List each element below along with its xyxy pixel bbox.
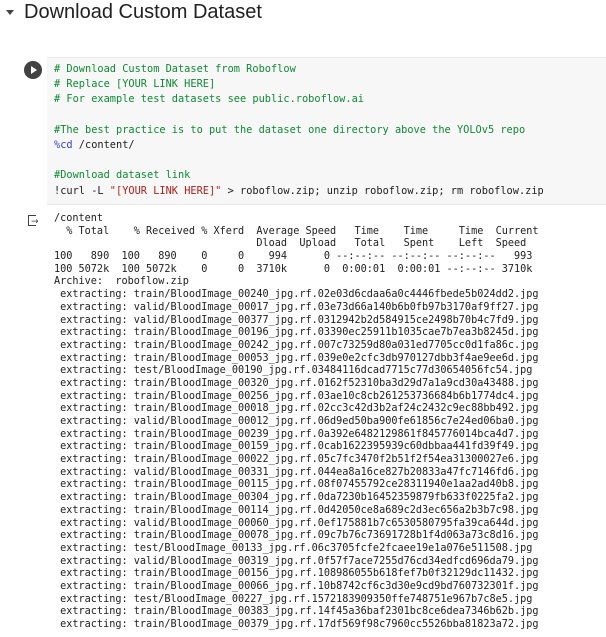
code-token: # Replace [YOUR LINK HERE] (54, 78, 216, 91)
output-line: extracting: train/BloodImage_00115_jpg.r… (54, 479, 539, 491)
output-line: extracting: train/BloodImage_00304_jpg.r… (54, 492, 539, 504)
output-line: 100 890 100 890 0 0 994 0 --:--:-- --:--… (54, 251, 533, 263)
code-token: #The best practice is to put the dataset… (54, 123, 526, 136)
output-line: extracting: train/BloodImage_00114_jpg.r… (54, 504, 539, 516)
code-token: /content/ (72, 139, 135, 151)
output-line: Archive: roboflow.zip (54, 276, 189, 288)
output-line: extracting: train/BloodImage_00156_jpg.r… (54, 568, 539, 580)
output-line: extracting: train/BloodImage_00320_jpg.r… (54, 377, 539, 389)
output-line: extracting: train/BloodImage_00240_jpg.r… (54, 289, 539, 301)
code-token: > roboflow.zip; unzip roboflow.zip; rm r… (221, 184, 544, 197)
collapse-caret-icon[interactable] (6, 10, 14, 15)
cell-output: /content % Total % Received % Xferd Aver… (54, 213, 606, 637)
code-line: #Download dataset link (54, 168, 190, 183)
output-line: extracting: valid/BloodImage_00012_jpg.r… (54, 416, 539, 427)
output-line: extracting: train/BloodImage_00022_jpg.r… (54, 454, 539, 466)
output-line: extracting: train/BloodImage_00196_jpg.r… (54, 327, 539, 339)
output-line: extracting: train/BloodImage_00379_jpg.r… (54, 619, 539, 630)
code-token: # For example test datasets see public.r… (54, 93, 364, 106)
output-line: extracting: train/BloodImage_00018_jpg.r… (54, 403, 539, 415)
output-line: extracting: test/BloodImage_00133_jpg.rf… (54, 542, 533, 554)
code-token: # Download Custom Dataset from Roboflow (54, 63, 296, 75)
code-line: # For example test datasets see public.r… (54, 92, 364, 107)
output-line: extracting: train/BloodImage_00242_jpg.r… (54, 339, 539, 351)
output-line: extracting: valid/BloodImage_00377_jpg.r… (54, 314, 539, 326)
code-token: !curl -L (54, 184, 110, 197)
code-line: #The best practice is to put the dataset… (54, 123, 525, 138)
code-line: !curl -L "[YOUR LINK HERE]" > roboflow.z… (54, 184, 544, 199)
code-token: #Download dataset link (54, 169, 191, 182)
output-line: extracting: train/BloodImage_00383_jpg.r… (54, 606, 539, 618)
section-title: Download Custom Dataset (24, 1, 262, 23)
code-token: %cd (54, 139, 73, 151)
output-line: /content (54, 213, 104, 224)
output-line: Dload Upload Total Spent Left Speed (54, 238, 527, 250)
output-line: % Total % Received % Xferd Average Speed… (54, 225, 539, 237)
code-line: # Download Custom Dataset from Roboflow (54, 62, 296, 77)
code-line: # Replace [YOUR LINK HERE] (54, 77, 215, 92)
output-line: extracting: valid/BloodImage_00017_jpg.r… (54, 301, 539, 313)
output-line: extracting: test/BloodImage_00227_jpg.rf… (54, 593, 533, 605)
output-line: extracting: valid/BloodImage_00319_jpg.r… (54, 555, 539, 567)
output-line: extracting: valid/BloodImage_00060_jpg.r… (54, 517, 539, 529)
output-line: extracting: train/BloodImage_00066_jpg.r… (54, 580, 539, 592)
output-line: extracting: train/BloodImage_00053_jpg.r… (54, 352, 539, 364)
code-line: %cd /content/ (54, 138, 135, 153)
output-line: extracting: train/BloodImage_00256_jpg.r… (54, 390, 539, 402)
output-line: extracting: train/BloodImage_00078_jpg.r… (54, 530, 539, 542)
output-line: extracting: train/BloodImage_00239_jpg.r… (54, 428, 539, 440)
output-clear-icon[interactable]: → (28, 215, 39, 227)
code-token: "[YOUR LINK HERE]" (109, 184, 222, 197)
code-cell[interactable]: # Download Custom Dataset from Roboflow #… (47, 57, 606, 205)
output-line: extracting: test/BloodImage_00190_jpg.rf… (54, 365, 533, 377)
run-cell-button[interactable] (24, 61, 42, 79)
output-line: extracting: train/BloodImage_00159_jpg.r… (54, 441, 539, 453)
output-line: extracting: valid/BloodImage_00331_jpg.r… (54, 466, 539, 478)
output-line: 100 5072k 100 5072k 0 0 3710k 0 0:00:01 … (54, 263, 533, 275)
section-header: Download Custom Dataset (0, 0, 606, 28)
